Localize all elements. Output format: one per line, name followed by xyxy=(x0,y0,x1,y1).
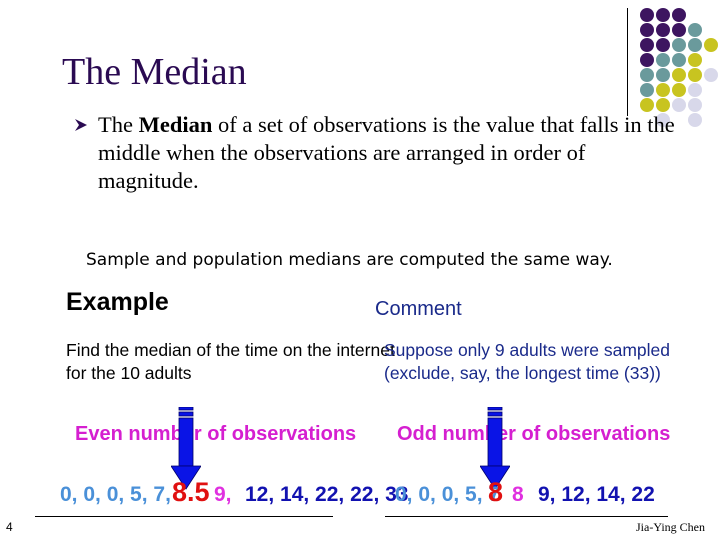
decorative-dot xyxy=(672,53,686,67)
decorative-dot xyxy=(640,68,654,82)
decorative-dot xyxy=(672,83,686,97)
decorative-dot xyxy=(672,98,686,112)
decorative-dot xyxy=(656,8,670,22)
example-heading: Example xyxy=(66,288,169,316)
sample-note: Sample and population medians are comput… xyxy=(86,250,613,270)
odd-next-value: 8 xyxy=(512,483,524,506)
decorative-dot xyxy=(688,53,702,67)
decorative-dot xyxy=(640,98,654,112)
page-number: 4 xyxy=(6,520,13,534)
definition-term: Median xyxy=(138,112,213,137)
odd-sequence-after: 9, 12, 14, 22 xyxy=(538,483,655,506)
even-sequence-after: 12, 14, 22, 22, 33 xyxy=(245,483,409,506)
even-next-value: 9, xyxy=(214,483,232,506)
decorative-dot xyxy=(640,83,654,97)
example-text-line1: Find the median of the time on the inter… xyxy=(66,340,395,360)
odd-median-value: 8 xyxy=(488,477,504,507)
even-label: Even number of observations xyxy=(75,423,357,445)
decorative-dot xyxy=(688,98,702,112)
even-median-value: 8.5 xyxy=(172,477,210,507)
decorative-dot xyxy=(688,113,702,127)
decorative-dot xyxy=(640,8,654,22)
decorative-dot xyxy=(640,23,654,37)
decorative-dot-grid xyxy=(640,8,720,127)
decorative-dot xyxy=(656,98,670,112)
decorative-dot xyxy=(688,38,702,52)
comment-text-line1: Suppose only 9 adults were sampled xyxy=(384,340,671,360)
footer-rule-left xyxy=(35,516,333,517)
decorative-dot xyxy=(656,23,670,37)
comment-text-line2: (exclude, say, the longest time (33)) xyxy=(384,363,661,383)
decorative-dot xyxy=(656,38,670,52)
definition-prefix: The xyxy=(98,112,139,137)
odd-sequence-before: 0, 0, 0, 5, 7 xyxy=(395,483,501,506)
decorative-dot xyxy=(656,68,670,82)
decorative-dot xyxy=(688,68,702,82)
decorative-dot xyxy=(640,53,654,67)
decorative-dot xyxy=(688,23,702,37)
even-sequence-before: 0, 0, 0, 5, 7, xyxy=(60,483,171,506)
decorative-dot xyxy=(688,83,702,97)
decorative-dot xyxy=(672,8,686,22)
decorative-dot xyxy=(704,38,718,52)
decorative-dot xyxy=(672,38,686,52)
decorative-divider xyxy=(627,8,628,116)
odd-label: Odd number of observations xyxy=(397,423,671,445)
median-definition: The Median of a set of observations is t… xyxy=(98,111,678,195)
decorative-dot xyxy=(656,53,670,67)
decorative-dot xyxy=(672,68,686,82)
example-text: Find the median of the time on the inter… xyxy=(66,339,395,385)
arrow-bullet-icon xyxy=(75,119,87,131)
comment-text: Suppose only 9 adults were sampled (excl… xyxy=(384,339,670,385)
author-name: Jia-Ying Chen xyxy=(636,520,705,534)
decorative-dot xyxy=(704,68,718,82)
example-text-line2: for the 10 adults xyxy=(66,363,192,383)
decorative-dot xyxy=(672,23,686,37)
footer-rule-right xyxy=(385,516,668,517)
even-sequence: 0, 0, 0, 5, 7, xyxy=(60,483,171,507)
decorative-dot xyxy=(640,38,654,52)
decorative-dot xyxy=(656,83,670,97)
comment-heading: Comment xyxy=(375,298,462,320)
slide-title: The Median xyxy=(62,51,247,93)
